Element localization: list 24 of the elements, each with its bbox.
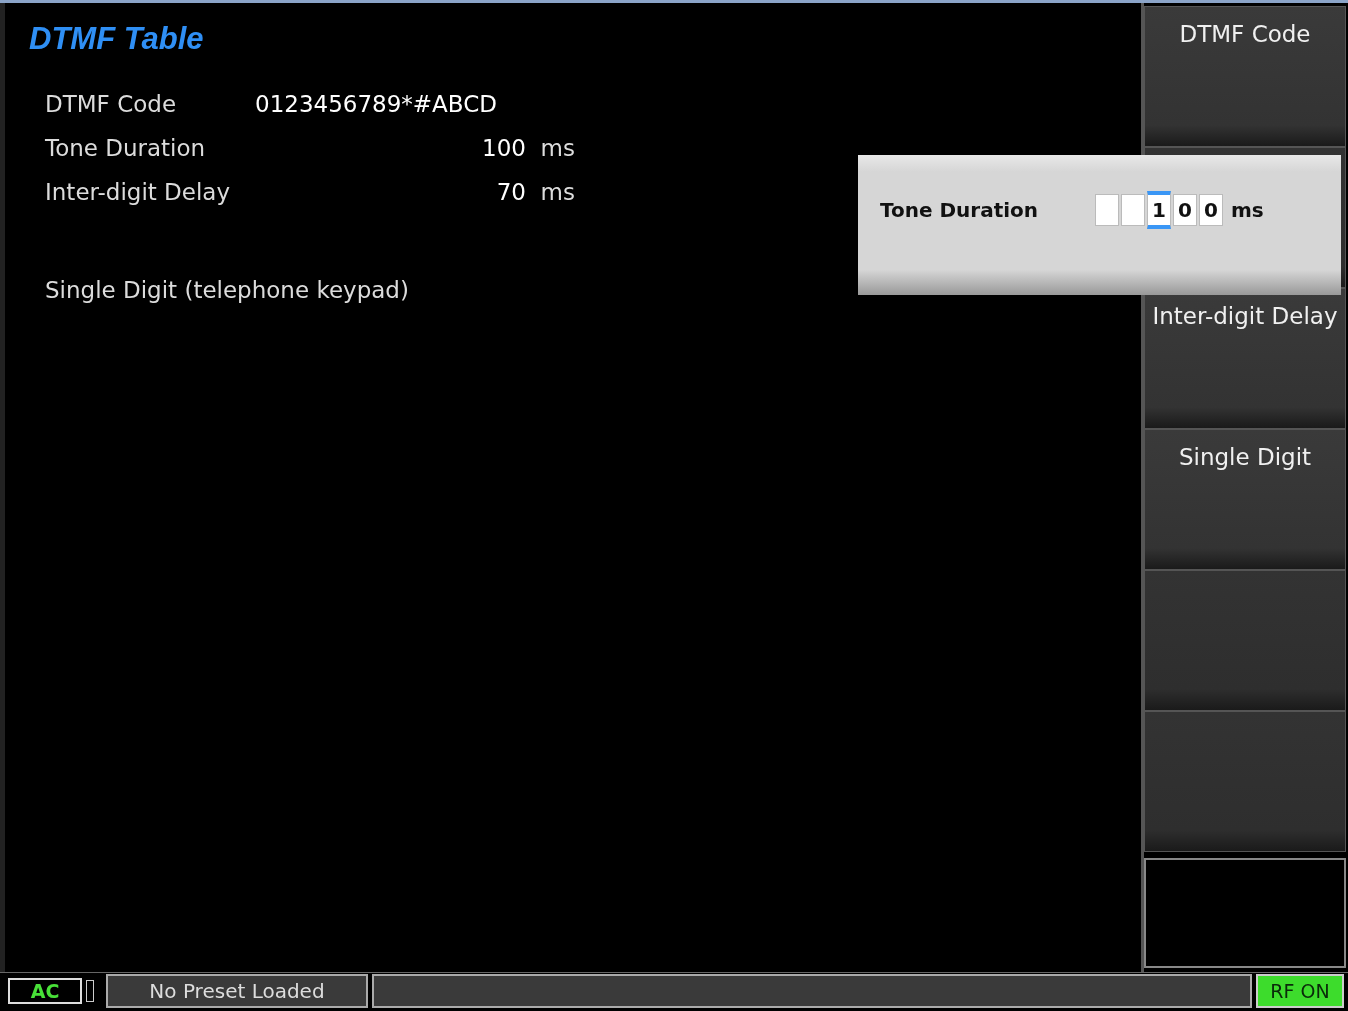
power-indicator: AC bbox=[8, 978, 82, 1004]
digit-field[interactable] bbox=[1095, 194, 1119, 226]
softkey[interactable]: Inter-digit Delay bbox=[1144, 288, 1346, 429]
softkey[interactable]: DTMF Code bbox=[1144, 6, 1346, 147]
entry-label: Tone Duration bbox=[880, 198, 1040, 222]
digit-field[interactable]: 1 bbox=[1147, 191, 1171, 229]
battery-icon bbox=[86, 980, 94, 1002]
rf-indicator: RF ON bbox=[1256, 974, 1344, 1008]
screen-title: DTMF Table bbox=[29, 21, 205, 57]
setting-value: 70 ms bbox=[496, 179, 575, 205]
digit-field[interactable]: 0 bbox=[1199, 194, 1223, 226]
setting-label: DTMF Code bbox=[45, 91, 178, 117]
softkey-blank[interactable] bbox=[1144, 711, 1346, 852]
softkey[interactable]: Single Digit bbox=[1144, 429, 1346, 570]
unit-label: ms bbox=[1231, 198, 1264, 222]
digit-field[interactable]: 0 bbox=[1173, 194, 1197, 226]
setting-label: Inter-digit Delay bbox=[45, 179, 232, 205]
digit-field[interactable] bbox=[1121, 194, 1145, 226]
setting-value: 100 ms bbox=[482, 135, 575, 161]
mode-label: Single Digit (telephone keypad) bbox=[45, 277, 410, 303]
preset-status: No Preset Loaded bbox=[106, 974, 368, 1008]
setting-value: 0123456789*#ABCD bbox=[255, 91, 497, 117]
softkey-blank[interactable] bbox=[1144, 570, 1346, 711]
setting-label: Tone Duration bbox=[45, 135, 207, 161]
